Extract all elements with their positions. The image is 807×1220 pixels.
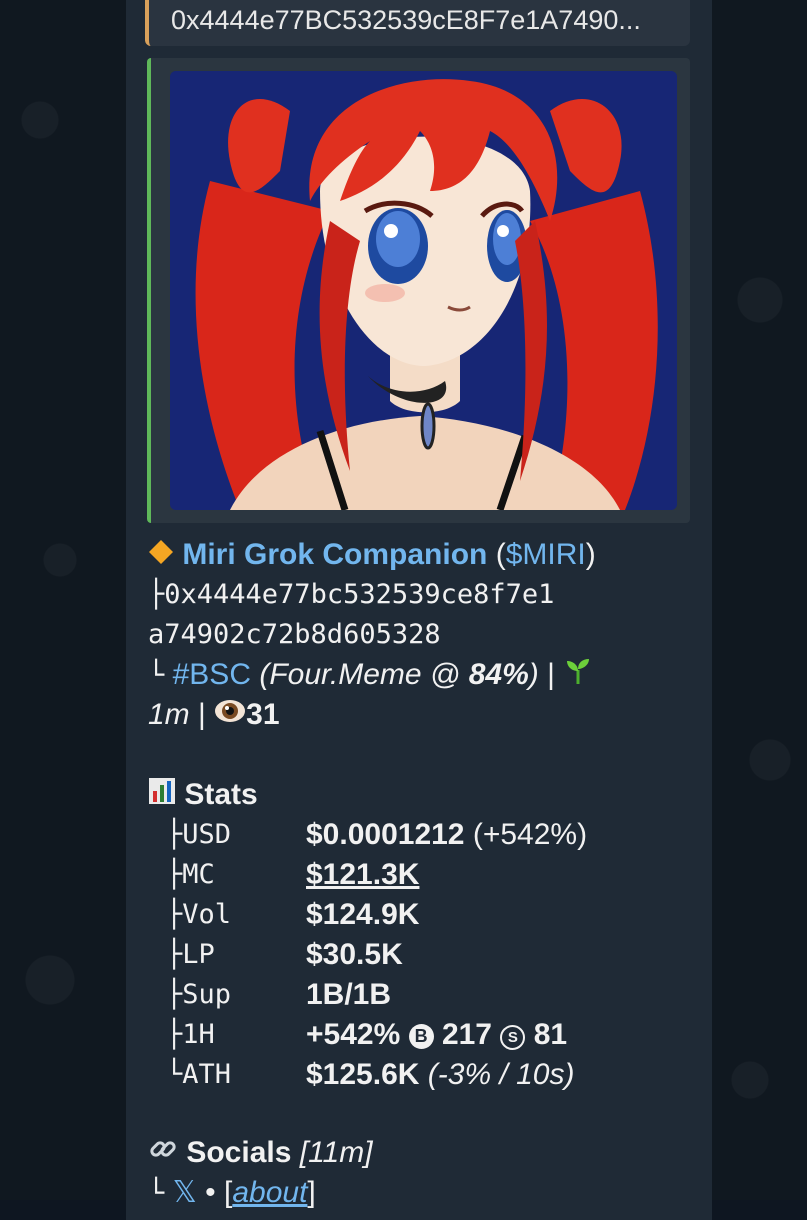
stat-value: $30.5K <box>306 938 403 971</box>
tree-corner: └ <box>148 1178 165 1209</box>
contract-address-line1[interactable]: ├0x4444e77bc532539ce8f7e1 <box>148 575 554 615</box>
age-views-line: 1m | 31 <box>148 695 280 736</box>
stats-heading: Stats <box>148 775 258 816</box>
market-cap-link[interactable]: $121.3K <box>306 855 419 895</box>
token-image[interactable] <box>170 71 677 510</box>
stat-key: ├Sup <box>166 979 232 1010</box>
launchpad-text: (Four.Meme @ <box>259 658 469 691</box>
stat-key: ├MC <box>166 859 215 890</box>
ticker-open-paren: ( <box>495 538 506 571</box>
socials-links: └ 𝕏 • [about] <box>148 1176 316 1209</box>
link-icon <box>148 1134 178 1175</box>
stats-heading-text: Stats <box>184 778 258 811</box>
contract-address-part2[interactable]: a74902c72b8d605328 <box>148 619 441 650</box>
stat-value: $124.9K <box>306 898 420 931</box>
socials-heading: Socials [11m] <box>148 1133 373 1175</box>
reply-preview[interactable]: 0x4444e77BC532539cE8F7e1A7490... <box>145 0 690 46</box>
orange-diamond-icon <box>148 536 174 576</box>
stat-key: ├1H <box>166 1019 215 1050</box>
contract-address-line2[interactable]: a74902c72b8d605328 <box>148 615 441 655</box>
stat-key: ├Vol <box>166 899 232 930</box>
chain-line: └ #BSC (Four.Meme @ 84%) | <box>148 655 593 697</box>
stat-key: └ATH <box>166 1059 232 1090</box>
socials-heading-text: Socials <box>186 1136 292 1169</box>
token-age: 1m <box>148 698 190 731</box>
bonding-progress: 84% <box>468 658 529 691</box>
bullet-separator: • <box>205 1176 216 1209</box>
sell-count: 81 <box>533 1018 568 1051</box>
view-count: 31 <box>246 698 280 731</box>
launchpad-close: ) <box>528 658 539 691</box>
stat-key: ├USD <box>166 819 232 850</box>
reply-preview-text: 0x4444e77BC532539cE8F7e1A7490... <box>171 5 641 35</box>
stat-key: ├LP <box>166 939 215 970</box>
contract-address-part1[interactable]: 0x4444e77bc532539ce8f7e1 <box>164 579 554 610</box>
seedling-icon <box>563 656 593 697</box>
socials-age: [11m] <box>299 1136 373 1169</box>
ticker-close-paren: ) <box>585 538 596 571</box>
token-name-link[interactable]: Miri Grok Companion <box>182 538 487 571</box>
separator: | <box>547 658 564 691</box>
stat-value: 1B/1B <box>306 978 392 1011</box>
token-title-line: Miri Grok Companion ($MIRI) <box>148 535 596 576</box>
about-link[interactable]: about <box>232 1176 307 1209</box>
stat-value: $0.0001212 (+542%) <box>306 818 588 851</box>
x-link[interactable]: 𝕏 <box>173 1176 197 1209</box>
buys-icon: B <box>408 1024 434 1049</box>
buy-count: 217 <box>441 1018 492 1051</box>
bar-chart-icon <box>148 776 176 816</box>
stat-value: +542% B 217 S 81 <box>306 1018 568 1051</box>
separator: | <box>198 698 215 731</box>
sells-icon: S <box>500 1025 526 1050</box>
chain-hashtag[interactable]: #BSC <box>173 658 251 691</box>
stat-value: $125.6K (-3% / 10s) <box>306 1058 575 1091</box>
ticker-link[interactable]: $MIRI <box>506 538 586 571</box>
tree-corner: └ <box>148 660 165 691</box>
eye-icon <box>214 696 246 736</box>
